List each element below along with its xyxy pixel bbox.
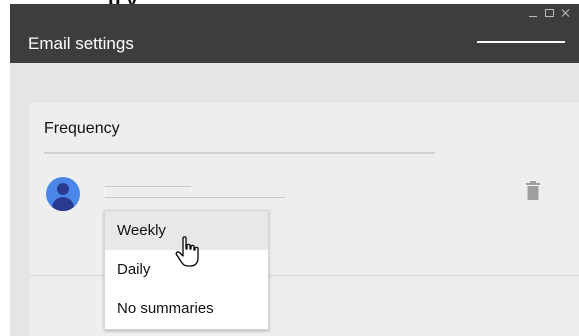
hand-pointer-cursor: [175, 236, 199, 267]
menu-item-no-summaries[interactable]: No summaries: [105, 289, 268, 328]
title-bar: Email settings: [10, 4, 579, 63]
trash-icon[interactable]: [525, 181, 541, 201]
section-divider: [44, 152, 435, 154]
maximize-icon[interactable]: [545, 9, 554, 17]
frequency-dropdown-menu: Weekly Daily No summaries: [104, 210, 269, 330]
user-avatar-icon: [46, 177, 80, 211]
close-icon[interactable]: [561, 8, 571, 18]
menu-line-icon[interactable]: [477, 41, 565, 43]
window-controls: [528, 6, 571, 20]
avatar-head: [57, 183, 69, 195]
minimize-icon[interactable]: [528, 8, 538, 18]
avatar-body: [52, 197, 74, 211]
placeholder-line: [105, 186, 191, 187]
window-title: Email settings: [28, 34, 134, 53]
settings-window: Email settings Frequency: [10, 4, 579, 336]
section-title: Frequency: [44, 120, 120, 137]
placeholder-line: [105, 197, 285, 198]
